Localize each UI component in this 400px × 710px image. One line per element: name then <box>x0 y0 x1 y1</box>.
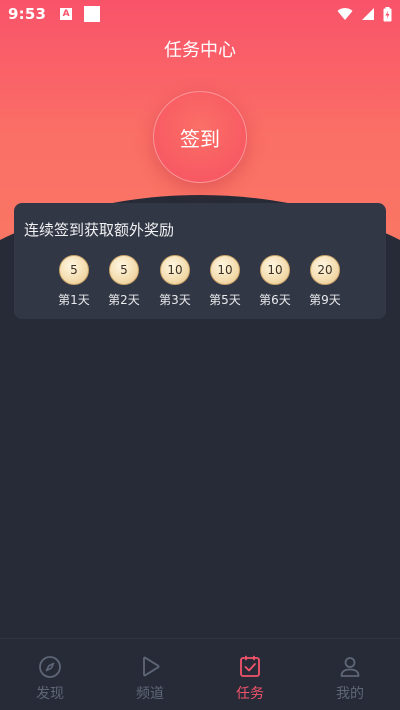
task-check-icon <box>240 655 260 677</box>
bonus-card: 连续签到获取额外奖励 5 第1天 5 第2天 10 第3天 10 第5天 10 … <box>14 203 386 319</box>
status-time: 9:53 <box>8 5 47 23</box>
nav-label: 发现 <box>36 686 64 702</box>
coin-icon: 10 <box>210 255 240 285</box>
user-icon <box>340 657 360 677</box>
coin-icon: 5 <box>109 255 139 285</box>
nav-label: 任务 <box>236 686 264 702</box>
reward-item: 10 第5天 <box>203 255 247 308</box>
coin-icon: 10 <box>260 255 290 285</box>
nav-item-mine[interactable]: 我的 <box>300 639 400 710</box>
nav-item-discover[interactable]: 发现 <box>0 639 100 710</box>
reward-item: 20 第9天 <box>303 255 347 308</box>
coin-icon: 5 <box>59 255 89 285</box>
reward-day-label: 第3天 <box>159 293 191 307</box>
bottom-nav: 发现 频道 任务 我的 <box>0 638 400 710</box>
nav-label: 我的 <box>336 686 364 702</box>
wifi-icon <box>337 8 353 20</box>
bonus-title: 连续签到获取额外奖励 <box>24 221 175 239</box>
coin-icon: 10 <box>160 255 190 285</box>
checkin-button[interactable]: 签到 <box>153 91 247 183</box>
battery-charging-icon <box>383 6 392 21</box>
nav-item-task[interactable]: 任务 <box>200 639 300 710</box>
status-icons <box>337 6 392 22</box>
page-title: 任务中心 <box>164 40 236 61</box>
signal-icon <box>362 8 374 20</box>
compass-icon <box>39 656 61 678</box>
nav-label: 频道 <box>136 686 164 702</box>
reward-item: 10 第6天 <box>253 255 297 308</box>
coin-icon: 20 <box>310 255 340 285</box>
reward-day-label: 第5天 <box>209 293 241 307</box>
play-icon <box>143 656 160 677</box>
reward-item: 5 第1天 <box>52 255 96 308</box>
reward-day-label: 第1天 <box>58 293 90 307</box>
status-bar: 9:53 A <box>0 0 400 28</box>
nav-item-channel[interactable]: 频道 <box>100 639 200 710</box>
reward-item: 5 第2天 <box>102 255 146 308</box>
reward-day-label: 第2天 <box>108 293 140 307</box>
notification-a-icon: A <box>60 8 73 20</box>
reward-day-label: 第6天 <box>259 293 291 307</box>
reward-day-label: 第9天 <box>309 293 341 307</box>
reward-item: 10 第3天 <box>153 255 197 308</box>
notification-square-icon <box>84 6 101 22</box>
